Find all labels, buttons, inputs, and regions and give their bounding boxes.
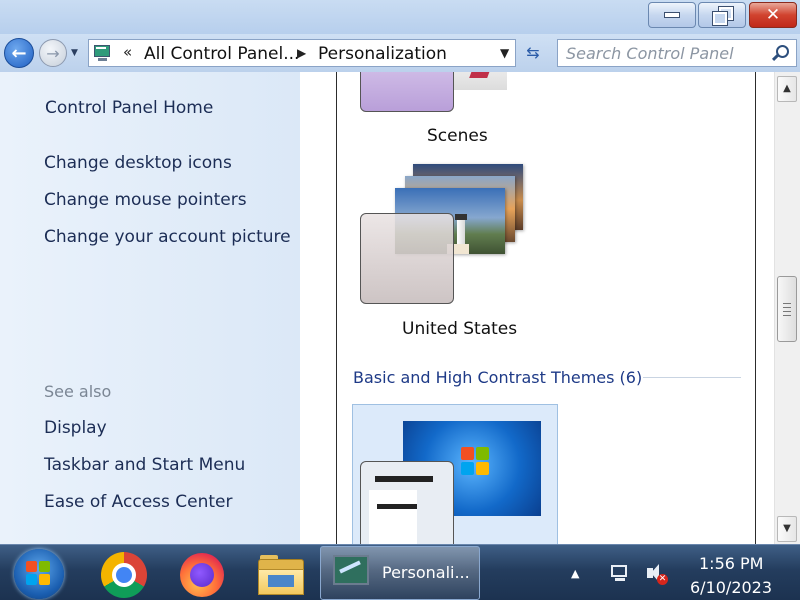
minimize-button[interactable] [648, 2, 696, 28]
change-mouse-pointers-link[interactable]: Change mouse pointers [44, 190, 247, 210]
theme-name-united-states: United States [402, 319, 518, 339]
navigation-bar: ← → ▼ « All Control Panel... ▶ Personali… [0, 34, 800, 72]
close-button[interactable]: ✕ [749, 2, 797, 28]
control-panel-home-link[interactable]: Control Panel Home [45, 98, 213, 118]
scroll-up-button[interactable]: ▲ [777, 76, 797, 102]
content-margin [756, 72, 774, 544]
forward-arrow-icon: → [46, 43, 60, 63]
taskbar-and-start-menu-link[interactable]: Taskbar and Start Menu [44, 455, 245, 475]
theme-item-windows-basic[interactable] [352, 404, 558, 544]
recent-pages-dropdown-icon[interactable]: ▼ [71, 48, 78, 58]
windows-basic-window-preview [360, 461, 454, 544]
search-input[interactable] [566, 43, 762, 63]
network-icon[interactable] [609, 563, 631, 583]
forward-button[interactable]: → [39, 39, 67, 67]
restore-button[interactable] [698, 2, 746, 28]
ease-of-access-center-link[interactable]: Ease of Access Center [44, 492, 233, 512]
taskbar-personalization-window[interactable]: Personali... [320, 546, 480, 600]
search-icon[interactable] [771, 44, 789, 62]
scenes-thumbnail [360, 72, 454, 112]
basic-high-contrast-section-title: Basic and High Contrast Themes (6) [353, 368, 643, 387]
show-hidden-icons-icon[interactable]: ▲ [571, 567, 579, 580]
windows-start-icon [26, 561, 52, 587]
theme-name-scenes: Scenes [427, 126, 488, 146]
start-button[interactable] [14, 549, 64, 599]
window-title-bar: ✕ [0, 0, 800, 34]
active-task-label: Personali... [382, 563, 470, 582]
display-link[interactable]: Display [44, 418, 107, 438]
refresh-icon: ⇆ [526, 43, 540, 62]
search-box[interactable] [557, 39, 797, 67]
clock-time[interactable]: 1:56 PM [699, 554, 763, 573]
scroll-up-icon: ▲ [783, 83, 791, 94]
change-account-picture-link[interactable]: Change your account picture [44, 227, 291, 247]
file-explorer-icon[interactable] [256, 551, 304, 599]
volume-muted-icon[interactable]: ✕ [645, 563, 669, 585]
firefox-icon[interactable] [178, 551, 226, 599]
address-overflow-icon[interactable]: « [123, 43, 132, 61]
windows-logo-icon [461, 447, 491, 477]
themes-list: Scenes United States Basic and High Cont… [336, 72, 756, 544]
see-also-heading: See also [44, 382, 112, 401]
taskbar: Personali... ▲ ✕ 1:56 PM 6/10/2023 [0, 544, 800, 600]
refresh-button[interactable]: ⇆ [520, 42, 546, 64]
clock-date[interactable]: 6/10/2023 [690, 578, 772, 597]
back-arrow-icon: ← [11, 42, 27, 64]
restore-icon [713, 7, 733, 25]
breadcrumb-personalization[interactable]: Personalization [318, 44, 447, 64]
vertical-scrollbar[interactable]: ▲ ▼ [774, 72, 800, 544]
united-states-thumbnail [360, 213, 454, 304]
close-icon: ✕ [765, 5, 781, 25]
control-panel-icon [93, 44, 111, 62]
chrome-icon[interactable] [100, 551, 148, 599]
scroll-down-icon: ▼ [783, 523, 791, 534]
back-button[interactable]: ← [4, 38, 34, 68]
section-divider [643, 377, 741, 378]
minimize-icon [664, 12, 680, 18]
scroll-thumb[interactable] [777, 276, 797, 342]
personalization-icon [333, 555, 369, 585]
change-desktop-icons-link[interactable]: Change desktop icons [44, 153, 232, 173]
breadcrumb-all-control-panel[interactable]: All Control Panel... [144, 44, 299, 64]
scroll-down-button[interactable]: ▼ [777, 516, 797, 542]
breadcrumb-separator-icon[interactable]: ▶ [297, 46, 306, 60]
address-bar[interactable]: « All Control Panel... ▶ Personalization… [88, 39, 516, 67]
address-dropdown-icon[interactable]: ▼ [500, 46, 509, 60]
left-task-pane: Control Panel Home Change desktop icons … [0, 72, 300, 544]
pane-separator [300, 72, 336, 544]
scenes-thumbnail-card [447, 72, 507, 90]
